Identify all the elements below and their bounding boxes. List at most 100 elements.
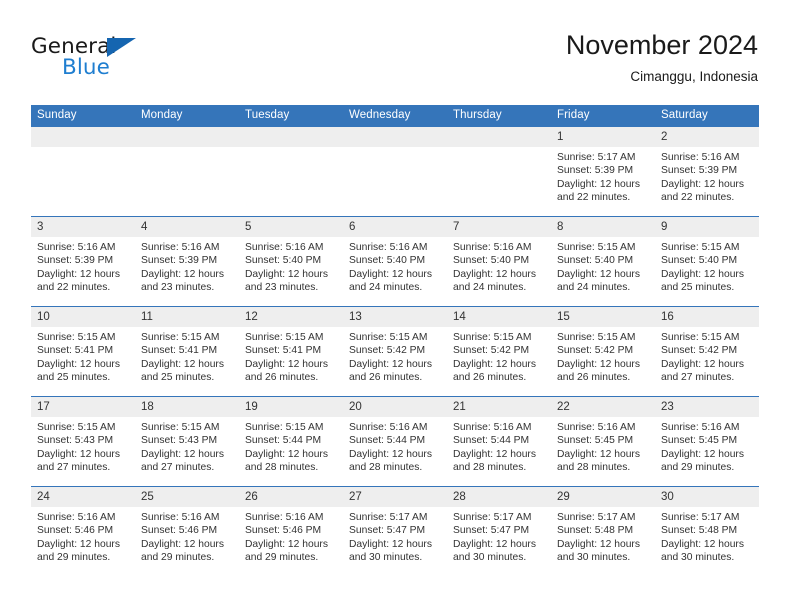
day-sunset-text: Sunset: 5:42 PM xyxy=(661,345,738,357)
day-daylight1-text: Daylight: 12 hours xyxy=(141,538,224,550)
day-number: 22 xyxy=(551,397,655,417)
day-sunrise-text: Sunrise: 5:16 AM xyxy=(245,242,324,253)
day-daylight1-text: Daylight: 12 hours xyxy=(453,448,536,460)
day-daylight1-text: Daylight: 12 hours xyxy=(37,268,120,280)
day-number: 15 xyxy=(551,307,655,327)
day-daylight1-text: Daylight: 12 hours xyxy=(557,358,640,370)
day-daylight2-text: and 28 minutes. xyxy=(245,461,319,473)
day-daylight1-text: Daylight: 12 hours xyxy=(557,448,640,460)
day-sun-info: Sunrise: 5:15 AM Sunset: 5:44 PM Daylight:… xyxy=(239,417,343,474)
day-daylight1-text: Daylight: 12 hours xyxy=(557,538,640,550)
day-daylight1-text: Daylight: 12 hours xyxy=(245,448,328,460)
calendar-week-row: 24 Sunrise: 5:16 AM Sunset: 5:46 PM Dayligh… xyxy=(31,486,759,576)
day-sunset-text: Sunset: 5:48 PM xyxy=(557,525,634,537)
day-daylight2-text: and 26 minutes. xyxy=(453,371,527,383)
day-sun-info: Sunrise: 5:15 AM Sunset: 5:41 PM Daylight:… xyxy=(31,327,135,384)
day-sunrise-text: Sunrise: 5:15 AM xyxy=(661,332,740,343)
day-sunrise-text: Sunrise: 5:17 AM xyxy=(557,152,636,163)
day-sunrise-text: Sunrise: 5:15 AM xyxy=(557,242,636,253)
day-sunset-text: Sunset: 5:43 PM xyxy=(37,435,114,447)
page-header: General Blue November 2024 Cimanggu, Ind… xyxy=(0,0,792,100)
day-sunrise-text: Sunrise: 5:16 AM xyxy=(453,242,532,253)
day-daylight2-text: and 24 minutes. xyxy=(349,281,423,293)
calendar-cell-day-10: 10 Sunrise: 5:15 AM Sunset: 5:41 PM Dayligh… xyxy=(31,306,135,397)
day-daylight2-text: and 26 minutes. xyxy=(245,371,319,383)
day-sunrise-text: Sunrise: 5:15 AM xyxy=(37,332,116,343)
day-sunset-text: Sunset: 5:47 PM xyxy=(349,525,426,537)
day-number: 20 xyxy=(343,397,447,417)
day-sunrise-text: Sunrise: 5:15 AM xyxy=(557,332,636,343)
day-daylight1-text: Daylight: 12 hours xyxy=(141,358,224,370)
calendar-cell-day-23: 23 Sunrise: 5:16 AM Sunset: 5:45 PM Dayligh… xyxy=(655,396,759,487)
day-sunrise-text: Sunrise: 5:16 AM xyxy=(37,242,116,253)
day-sun-info: Sunrise: 5:15 AM Sunset: 5:41 PM Daylight:… xyxy=(135,327,239,384)
day-sunset-text: Sunset: 5:39 PM xyxy=(557,165,634,177)
day-number: 28 xyxy=(447,487,551,507)
sunrise-sunset-calendar: Sunday Monday Tuesday Wednesday Thursday… xyxy=(31,105,759,576)
day-sunset-text: Sunset: 5:40 PM xyxy=(245,255,322,267)
day-daylight1-text: Daylight: 12 hours xyxy=(245,268,328,280)
day-sun-info: Sunrise: 5:16 AM Sunset: 5:45 PM Daylight:… xyxy=(551,417,655,474)
title-block: November 2024 Cimanggu, Indonesia xyxy=(566,28,758,85)
day-sunrise-text: Sunrise: 5:17 AM xyxy=(661,512,740,523)
calendar-cell-day-1: 1 Sunrise: 5:17 AM Sunset: 5:39 PM Daylight… xyxy=(551,126,655,217)
calendar-cell-day-2: 2 Sunrise: 5:16 AM Sunset: 5:39 PM Daylight… xyxy=(655,126,759,217)
calendar-cell-day-13: 13 Sunrise: 5:15 AM Sunset: 5:42 PM Dayligh… xyxy=(343,306,447,397)
calendar-body: 1 Sunrise: 5:17 AM Sunset: 5:39 PM Daylight… xyxy=(31,126,759,576)
day-daylight1-text: Daylight: 12 hours xyxy=(557,178,640,190)
calendar-page: General Blue November 2024 Cimanggu, Ind… xyxy=(0,0,792,612)
weekday-header-monday: Monday xyxy=(135,105,239,127)
day-daylight2-text: and 27 minutes. xyxy=(141,461,215,473)
calendar-cell-day-11: 11 Sunrise: 5:15 AM Sunset: 5:41 PM Dayligh… xyxy=(135,306,239,397)
calendar-cell-day-30: 30 Sunrise: 5:17 AM Sunset: 5:48 PM Dayligh… xyxy=(655,486,759,576)
day-number: 10 xyxy=(31,307,135,327)
calendar-cell-day-29: 29 Sunrise: 5:17 AM Sunset: 5:48 PM Dayligh… xyxy=(551,486,655,576)
day-sunset-text: Sunset: 5:48 PM xyxy=(661,525,738,537)
page-title: November 2024 xyxy=(565,30,758,60)
day-daylight2-text: and 24 minutes. xyxy=(453,281,527,293)
calendar-cell-empty xyxy=(31,126,135,217)
day-sunset-text: Sunset: 5:44 PM xyxy=(349,435,426,447)
calendar-cell-day-22: 22 Sunrise: 5:16 AM Sunset: 5:45 PM Dayligh… xyxy=(551,396,655,487)
day-daylight2-text: and 22 minutes. xyxy=(37,281,111,293)
day-sun-info: Sunrise: 5:16 AM Sunset: 5:46 PM Daylight:… xyxy=(135,507,239,564)
weekday-header-sunday: Sunday xyxy=(31,105,135,127)
day-sun-info: Sunrise: 5:16 AM Sunset: 5:40 PM Daylight:… xyxy=(343,237,447,294)
day-daylight1-text: Daylight: 12 hours xyxy=(661,538,744,550)
day-number: 30 xyxy=(655,487,759,507)
day-sun-info: Sunrise: 5:15 AM Sunset: 5:42 PM Daylight:… xyxy=(551,327,655,384)
day-sun-info: Sunrise: 5:15 AM Sunset: 5:43 PM Daylight:… xyxy=(135,417,239,474)
day-sunset-text: Sunset: 5:44 PM xyxy=(245,435,322,447)
triangle-logo-icon xyxy=(107,38,136,57)
day-sun-info: Sunrise: 5:16 AM Sunset: 5:44 PM Daylight:… xyxy=(343,417,447,474)
day-sunset-text: Sunset: 5:47 PM xyxy=(453,525,530,537)
day-daylight2-text: and 26 minutes. xyxy=(557,371,631,383)
day-sunset-text: Sunset: 5:39 PM xyxy=(661,165,738,177)
day-number: 24 xyxy=(31,487,135,507)
day-number: 1 xyxy=(551,127,655,147)
day-sunrise-text: Sunrise: 5:16 AM xyxy=(141,512,220,523)
calendar-cell-day-20: 20 Sunrise: 5:16 AM Sunset: 5:44 PM Dayligh… xyxy=(343,396,447,487)
day-sunrise-text: Sunrise: 5:17 AM xyxy=(349,512,428,523)
day-daylight1-text: Daylight: 12 hours xyxy=(661,268,744,280)
day-sunrise-text: Sunrise: 5:16 AM xyxy=(661,152,740,163)
calendar-cell-day-25: 25 Sunrise: 5:16 AM Sunset: 5:46 PM Dayligh… xyxy=(135,486,239,576)
day-number xyxy=(343,127,447,147)
general-blue-logo[interactable]: General Blue xyxy=(31,34,166,84)
calendar-cell-day-24: 24 Sunrise: 5:16 AM Sunset: 5:46 PM Dayligh… xyxy=(31,486,135,576)
day-daylight1-text: Daylight: 12 hours xyxy=(453,358,536,370)
day-daylight1-text: Daylight: 12 hours xyxy=(245,358,328,370)
day-daylight2-text: and 24 minutes. xyxy=(557,281,631,293)
day-sunrise-text: Sunrise: 5:16 AM xyxy=(349,242,428,253)
day-daylight1-text: Daylight: 12 hours xyxy=(141,448,224,460)
day-sunset-text: Sunset: 5:41 PM xyxy=(141,345,218,357)
day-daylight1-text: Daylight: 12 hours xyxy=(37,448,120,460)
day-daylight2-text: and 22 minutes. xyxy=(661,191,735,203)
day-number: 11 xyxy=(135,307,239,327)
day-sun-info: Sunrise: 5:15 AM Sunset: 5:40 PM Daylight:… xyxy=(655,237,759,294)
day-daylight2-text: and 29 minutes. xyxy=(37,551,111,563)
day-daylight1-text: Daylight: 12 hours xyxy=(661,178,744,190)
calendar-cell-day-7: 7 Sunrise: 5:16 AM Sunset: 5:40 PM Daylight… xyxy=(447,216,551,307)
day-sun-info: Sunrise: 5:17 AM Sunset: 5:48 PM Daylight:… xyxy=(655,507,759,564)
day-number: 2 xyxy=(655,127,759,147)
